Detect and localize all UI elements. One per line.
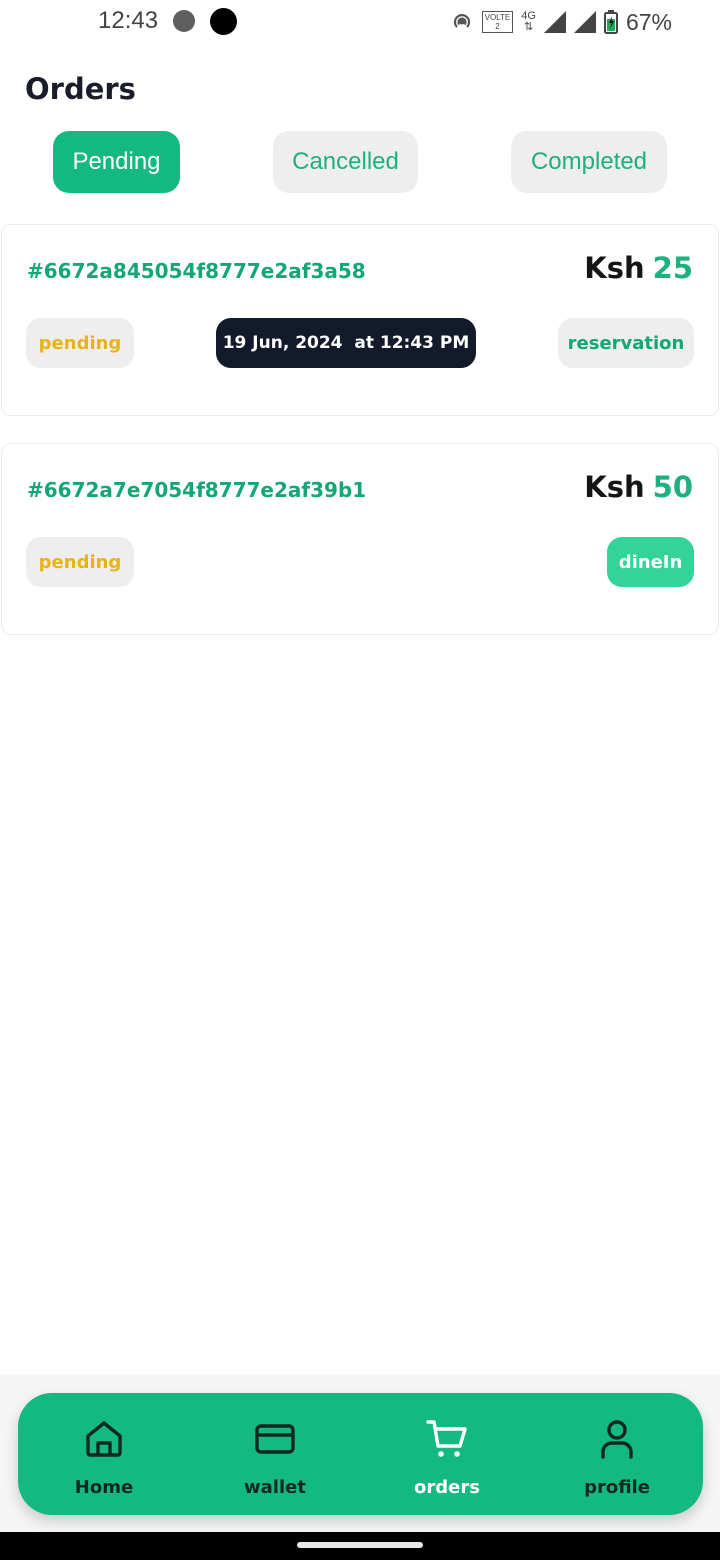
volte-label: VOLTE	[484, 13, 511, 22]
battery-percent: 67%	[625, 8, 672, 35]
order-date-badge: 19 Jun, 2024 at 12:43 PM	[216, 318, 476, 368]
order-price: Ksh 25	[584, 251, 693, 285]
nav-label-profile: profile	[584, 1477, 650, 1498]
page-title: Orders	[25, 72, 136, 106]
volte-sim: 2	[495, 22, 500, 31]
order-type-badge: dineIn	[607, 537, 694, 587]
battery-icon	[603, 10, 618, 34]
home-gesture-handle[interactable]	[297, 1542, 423, 1548]
tab-completed[interactable]: Completed	[511, 131, 667, 193]
nav-item-home[interactable]: Home	[34, 1393, 174, 1515]
data-arrows-icon: ⇅	[524, 21, 534, 33]
home-icon	[86, 1421, 122, 1457]
cart-icon	[426, 1420, 467, 1457]
user-icon	[601, 1420, 633, 1459]
volte-icon: VOLTE 2	[481, 11, 514, 33]
status-badge: pending	[26, 318, 134, 368]
card-icon	[255, 1424, 295, 1454]
status-icons: VOLTE 2 4G ⇅ 67%	[450, 8, 672, 36]
order-card[interactable]: #6672a7e7054f8777e2af39b1 Ksh 50 pending…	[1, 443, 719, 635]
status-time: 12:43	[98, 7, 159, 34]
signal-icon	[573, 11, 596, 33]
nav-label-wallet: wallet	[244, 1477, 306, 1498]
nav-item-profile[interactable]: profile	[547, 1393, 687, 1515]
nav-label-home: Home	[74, 1477, 134, 1498]
status-bar: 12:43 VOLTE 2 4G ⇅ 67%	[0, 0, 720, 46]
notification-dot-icon	[173, 10, 195, 32]
nav-label-orders: orders	[414, 1477, 480, 1498]
signal-icon	[543, 11, 566, 33]
network-type: 4G ⇅	[521, 11, 536, 33]
tab-pending[interactable]: Pending	[53, 131, 180, 193]
order-id: #6672a7e7054f8777e2af39b1	[27, 478, 367, 502]
status-badge: pending	[26, 537, 134, 587]
notification-dot-icon	[210, 8, 237, 35]
order-type-badge: reservation	[558, 318, 694, 368]
order-price: Ksh 50	[584, 470, 693, 504]
order-card[interactable]: #6672a845054f8777e2af3a58 Ksh 25 pending…	[1, 224, 719, 416]
hotspot-icon	[453, 14, 470, 28]
order-currency: Ksh	[584, 470, 645, 504]
order-id: #6672a845054f8777e2af3a58	[27, 259, 366, 283]
order-amount: 25	[652, 251, 693, 285]
orders-screen: 12:43 VOLTE 2 4G ⇅ 67% Orders Pending Ca…	[0, 0, 720, 1560]
bottom-nav: Home wallet orders profile	[18, 1393, 703, 1515]
nav-item-wallet[interactable]: wallet	[205, 1393, 345, 1515]
order-amount: 50	[652, 470, 693, 504]
system-nav-bar	[0, 1532, 720, 1560]
nav-item-orders[interactable]: orders	[377, 1393, 517, 1515]
order-currency: Ksh	[584, 251, 645, 285]
tab-cancelled[interactable]: Cancelled	[273, 131, 418, 193]
